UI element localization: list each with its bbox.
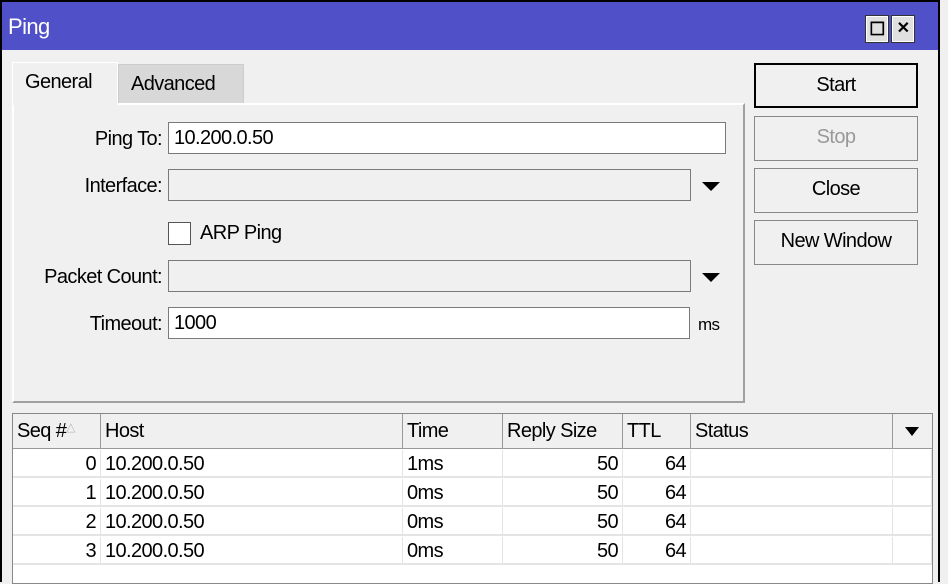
column-menu-button[interactable]	[893, 414, 932, 448]
column-header-status[interactable]: Status	[691, 414, 893, 448]
cell-host: 10.200.0.50	[101, 479, 403, 505]
window-title: Ping	[8, 14, 50, 39]
cell-seq: 2	[13, 508, 101, 534]
timeout-unit: ms	[698, 315, 720, 334]
cell-host: 10.200.0.50	[101, 537, 403, 563]
cell-host: 10.200.0.50	[101, 450, 403, 476]
cell-time: 0ms	[403, 537, 503, 563]
cell-reply-size: 50	[503, 450, 623, 476]
ping-window: Ping ☐ ✕ General Advanced Ping To: 10.20…	[0, 0, 940, 584]
cell-time: 1ms	[403, 450, 503, 476]
packet-count-input[interactable]	[168, 260, 691, 292]
column-header-time[interactable]: Time	[403, 414, 503, 448]
cell-seq: 1	[13, 479, 101, 505]
tab-advanced-label: Advanced	[131, 73, 216, 95]
cell-ttl: 64	[623, 479, 691, 505]
cell-filler	[893, 537, 932, 563]
cell-host: 10.200.0.50	[101, 508, 403, 534]
interface-label: Interface:	[84, 175, 163, 197]
column-header-ttl[interactable]: TTL	[623, 414, 691, 448]
ping-to-input[interactable]: 10.200.0.50	[168, 122, 726, 154]
new-window-button[interactable]: New Window	[754, 220, 918, 265]
start-button[interactable]: Start	[754, 63, 918, 108]
cell-seq: 0	[13, 450, 101, 476]
timeout-input[interactable]: 1000	[168, 307, 690, 339]
cell-ttl: 64	[623, 508, 691, 534]
sort-asc-icon: △	[66, 420, 75, 434]
cell-filler	[893, 450, 932, 476]
packet-count-label: Packet Count:	[44, 266, 162, 288]
timeout-label: Timeout:	[89, 313, 163, 335]
column-header-seq[interactable]: Seq #△	[13, 414, 101, 448]
arp-ping-checkbox[interactable]	[168, 222, 191, 245]
cell-status	[691, 450, 893, 476]
cell-status	[691, 537, 893, 563]
arp-ping-label: ARP Ping	[200, 222, 282, 244]
column-header-host[interactable]: Host	[101, 414, 403, 448]
ping-to-label: Ping To:	[94, 128, 163, 150]
table-row[interactable]: 3 10.200.0.50 0ms 50 64	[13, 537, 932, 565]
title-bar[interactable]: Ping ☐ ✕	[2, 2, 938, 50]
interface-dropdown-icon[interactable]	[702, 182, 720, 191]
stop-button[interactable]: Stop	[754, 116, 918, 161]
cell-reply-size: 50	[503, 537, 623, 563]
column-menu-icon	[905, 427, 919, 436]
cell-ttl: 64	[623, 537, 691, 563]
packet-count-dropdown-icon[interactable]	[702, 273, 720, 282]
cell-reply-size: 50	[503, 508, 623, 534]
tab-general-label: General	[25, 71, 93, 93]
cell-time: 0ms	[403, 508, 503, 534]
ping-results-table: Seq #△ Host Time Reply Size TTL Status 0…	[12, 413, 933, 584]
table-row[interactable]: 1 10.200.0.50 0ms 50 64	[13, 479, 932, 507]
tab-general[interactable]: General	[12, 62, 118, 105]
cell-time: 0ms	[403, 479, 503, 505]
table-row[interactable]: 2 10.200.0.50 0ms 50 64	[13, 508, 932, 536]
column-label: Seq #	[17, 420, 67, 442]
maximize-icon[interactable]: ☐	[865, 15, 889, 43]
cell-status	[691, 479, 893, 505]
tab-advanced[interactable]: Advanced	[118, 64, 244, 104]
cell-filler	[893, 479, 932, 505]
cell-seq: 3	[13, 537, 101, 563]
table-row[interactable]: 0 10.200.0.50 1ms 50 64	[13, 450, 932, 478]
cell-status	[691, 508, 893, 534]
cell-filler	[893, 508, 932, 534]
column-header-reply-size[interactable]: Reply Size	[503, 414, 623, 448]
cell-reply-size: 50	[503, 479, 623, 505]
interface-select[interactable]	[168, 169, 691, 201]
close-window-icon[interactable]: ✕	[891, 15, 915, 43]
table-header: Seq #△ Host Time Reply Size TTL Status	[13, 414, 932, 449]
close-button[interactable]: Close	[754, 168, 918, 213]
cell-ttl: 64	[623, 450, 691, 476]
